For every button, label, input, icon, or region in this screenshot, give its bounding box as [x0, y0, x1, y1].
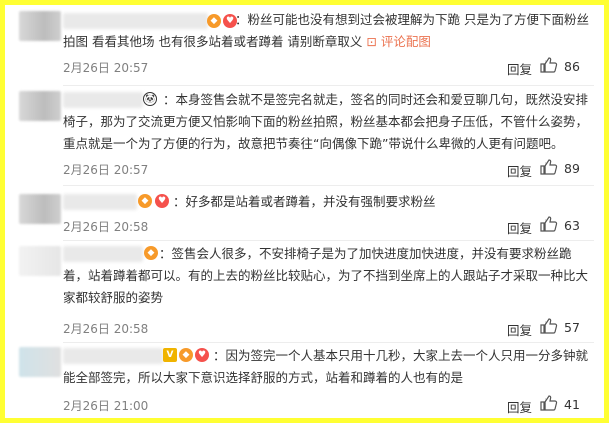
comment-text: ：好多都是站着或者蹲着，并没有强制要求粉丝 [173, 194, 436, 209]
thumbs-up-icon [540, 216, 558, 232]
like-count: 86 [564, 59, 580, 74]
reply-button[interactable]: 回复 [507, 161, 532, 180]
timestamp: 2月26日 20:57 [63, 163, 149, 177]
like-count: 57 [564, 320, 580, 335]
reply-button[interactable]: 回复 [507, 397, 532, 416]
comment-text: ：因为签完一个人基本只用十几秒，大家上去一个人只用一分多钟就能全部签完，所以大家… [63, 348, 589, 385]
comment-list: ◆ ♥ ：粉丝可能也没有想到过会被理解为下跪 只是为了方便下面粉丝拍图 看看其他… [5, 5, 604, 418]
avatar[interactable] [19, 194, 61, 224]
reply-button[interactable]: 回复 [507, 320, 532, 339]
thumbs-up-icon [540, 318, 558, 334]
avatar[interactable] [19, 246, 61, 276]
timestamp: 2月26日 21:00 [63, 399, 149, 413]
like-count: 89 [564, 161, 580, 176]
timestamp: 2月26日 20:58 [63, 220, 149, 234]
avatar[interactable] [19, 91, 61, 121]
thumbs-up-icon [540, 57, 558, 73]
thumbs-up-icon [540, 395, 558, 411]
comment-text: ：签售会人很多，不安排椅子是为了加快进度加快进度，并没有要求粉丝跪着，站着蹲着都… [63, 246, 589, 305]
divider [63, 185, 594, 186]
comment-text: ：本身签售会就不是签完名就走，签名的同时还会和爱豆聊几句，既然没安排椅子，那为了… [63, 92, 589, 151]
avatar[interactable] [19, 11, 61, 41]
reply-button[interactable]: 回复 [507, 218, 532, 237]
comment-text: ：粉丝可能也没有想到过会被理解为下跪 只是为了方便下面粉丝拍图 看看其他场 也有… [63, 12, 589, 49]
avatar[interactable] [19, 347, 61, 377]
like-count: 41 [564, 397, 580, 412]
timestamp: 2月26日 20:57 [63, 61, 149, 75]
divider [63, 240, 594, 241]
reply-button[interactable]: 回复 [507, 59, 532, 78]
comment-image-link[interactable]: ⊡ 评论配图 [366, 34, 430, 49]
divider [63, 85, 594, 86]
thumbs-up-icon [540, 159, 558, 175]
divider [63, 342, 594, 343]
like-count: 63 [564, 218, 580, 233]
timestamp: 2月26日 20:58 [63, 322, 149, 336]
